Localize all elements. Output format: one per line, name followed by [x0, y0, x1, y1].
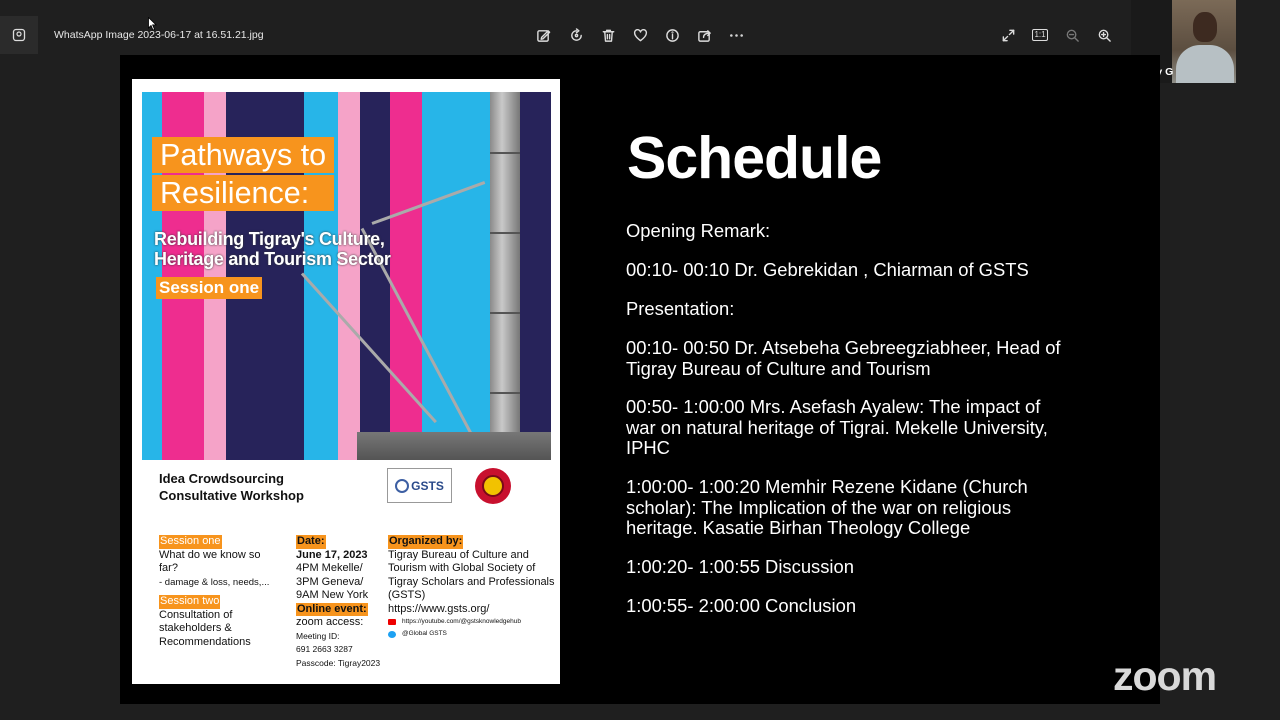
poster-date-column: Date: June 17, 2023 4PM Mekelle/ 3PM Gen…: [296, 535, 381, 668]
shared-slide: Pathways to Resilience: Rebuilding Tigra…: [120, 55, 1160, 704]
schedule-item: 1:00:20- 1:00:55 Discussion: [626, 556, 854, 577]
photos-app-icon[interactable]: [0, 16, 38, 54]
schedule-item: 1:00:00- 1:00:20 Memhir Rezene Kidane (C…: [626, 476, 1028, 538]
poster-session-badge: Session one: [156, 277, 263, 299]
participant-video-head: [1193, 12, 1217, 42]
favorite-icon[interactable]: [630, 25, 650, 45]
info-icon[interactable]: [662, 25, 682, 45]
participant-video-person: [1176, 45, 1234, 83]
poster-organizer-column: Organized by: Tigray Bureau of Culture a…: [388, 535, 560, 640]
youtube-link: https://youtube.com/@gstsknowledgehub: [388, 616, 560, 628]
gsts-logo: GSTS: [387, 468, 452, 503]
file-title: WhatsApp Image 2023-06-17 at 16.51.21.jp…: [54, 29, 264, 41]
delete-icon[interactable]: [598, 25, 618, 45]
twitter-icon: [388, 630, 396, 638]
share-icon[interactable]: [694, 25, 714, 45]
event-poster: Pathways to Resilience: Rebuilding Tigra…: [132, 79, 560, 684]
edit-image-icon[interactable]: [533, 25, 553, 45]
rotate-icon[interactable]: [566, 25, 586, 45]
tigray-bureau-logo: [475, 468, 511, 504]
zoom-out-icon[interactable]: [1062, 25, 1082, 45]
zoom-in-icon[interactable]: [1094, 25, 1114, 45]
mouse-cursor-icon: [148, 17, 157, 31]
schedule-item: 1:00:55- 2:00:00 Conclusion: [626, 595, 857, 616]
twitter-link: @Global GSTS: [388, 628, 560, 640]
fullscreen-icon[interactable]: [998, 25, 1018, 45]
schedule-item: Presentation:: [626, 298, 735, 319]
youtube-icon: [388, 619, 396, 625]
photo-icon: [12, 28, 26, 42]
schedule-item: 00:10- 00:10 Dr. Gebrekidan , Chiarman o…: [626, 259, 1029, 280]
poster-workshop-title: Idea Crowdsourcing Consultative Workshop: [159, 471, 304, 503]
schedule-item: Opening Remark:: [626, 220, 771, 241]
more-icon[interactable]: [726, 25, 746, 45]
schedule-item: 00:10- 00:50 Dr. Atsebeha Gebreegziabhee…: [626, 337, 1061, 379]
poster-subtitle: Rebuilding Tigray's Culture, Heritage an…: [154, 229, 391, 269]
zoom-logo: zoom: [1113, 653, 1217, 699]
actual-size-icon[interactable]: 1:1: [1030, 25, 1050, 45]
poster-sessions-column: Session one What do we know so far? - da…: [159, 535, 270, 648]
schedule-title: Schedule: [627, 125, 882, 191]
poster-title: Pathways to Resilience:: [152, 137, 335, 213]
schedule-item: 00:50- 1:00:00 Mrs. Asefash Ayalew: The …: [626, 396, 1048, 458]
